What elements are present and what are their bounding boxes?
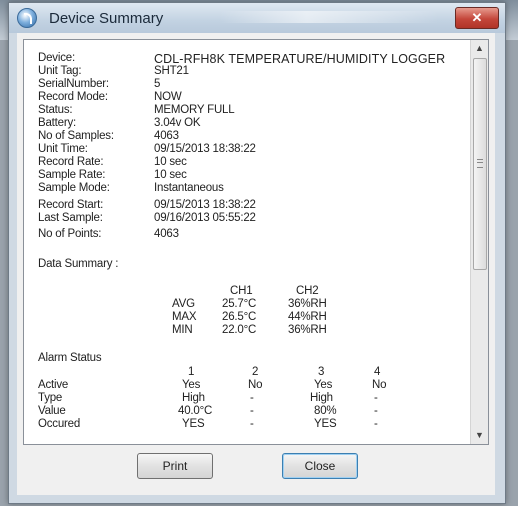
alarm-cell: No [372,379,387,391]
alarm-row-label: Active [38,379,69,391]
close-window-button[interactable]: ✕ [455,7,499,29]
title-bar-glass [219,11,439,23]
field-label: Unit Time: [38,143,88,155]
scroll-up-arrow-icon[interactable]: ▲ [471,40,488,57]
alarm-cell: YES [182,418,205,430]
summary-ch1-value: 22.0°C [222,324,257,336]
field-value: SHT21 [154,65,189,77]
field-value: 4063 [154,228,179,240]
field-value: 09/15/2013 18:38:22 [154,143,256,155]
summary-row-label: AVG [172,298,195,310]
field-label: No of Samples: [38,130,114,142]
alarm-cell: - [374,405,378,417]
alarm-cell: High [310,392,333,404]
print-button[interactable]: Print [137,453,213,479]
field-label: Record Mode: [38,91,108,103]
summary-report-pane[interactable]: Device: CDL-RFH8K TEMPERATURE/HUMIDITY L… [23,39,489,445]
summary-row-label: MIN [172,324,193,336]
field-value: 5 [154,78,161,90]
alarm-cell: - [250,392,254,404]
field-value: 4063 [154,130,179,142]
field-value: CDL-RFH8K TEMPERATURE/HUMIDITY LOGGER [154,52,446,66]
alarm-row-label: Occured [38,418,81,430]
field-label: Device: [38,52,75,64]
alarm-cell: - [250,405,254,417]
alarm-column-header: 4 [374,366,381,378]
app-icon [17,8,37,28]
channel-header-ch2: CH2 [296,285,319,297]
alarm-cell: High [182,392,205,404]
window-title: Device Summary [49,10,164,27]
field-label: Record Rate: [38,156,104,168]
channel-header-ch1: CH1 [230,285,253,297]
field-label: SerialNumber: [38,78,109,90]
alarm-cell: 40.0°C [178,405,213,417]
alarm-status-heading: Alarm Status [38,352,102,364]
field-value: 10 sec [154,156,187,168]
summary-ch2-value: 44%RH [288,311,327,323]
alarm-cell: - [374,392,378,404]
alarm-row-label: Value [38,405,66,417]
field-value: NOW [154,91,182,103]
field-label: Record Start: [38,199,104,211]
dialog-client-area: Device: CDL-RFH8K TEMPERATURE/HUMIDITY L… [17,33,495,495]
vertical-scrollbar[interactable]: ▲ ▼ [470,40,488,444]
scrollbar-grip-icon [477,159,483,168]
summary-report-text: Device: CDL-RFH8K TEMPERATURE/HUMIDITY L… [30,42,468,442]
field-value: 3.04v OK [154,117,201,129]
alarm-cell: Yes [182,379,201,391]
alarm-cell: Yes [314,379,333,391]
alarm-cell: - [374,418,378,430]
title-bar[interactable]: Device Summary ✕ [9,3,505,33]
device-summary-window: Device Summary ✕ Device: CDL-RFH8K TEMPE… [8,2,506,504]
alarm-cell: No [248,379,263,391]
alarm-cell: - [250,418,254,430]
summary-ch2-value: 36%RH [288,298,327,310]
field-label: No of Points: [38,228,102,240]
field-value: Instantaneous [154,182,224,194]
scroll-down-arrow-icon[interactable]: ▼ [471,427,488,444]
field-label: Battery: [38,117,77,129]
field-label: Status: [38,104,73,116]
alarm-column-header: 3 [318,366,325,378]
field-value: 10 sec [154,169,187,181]
summary-ch1-value: 25.7°C [222,298,257,310]
summary-ch2-value: 36%RH [288,324,327,336]
close-button[interactable]: Close [282,453,358,479]
alarm-column-header: 1 [188,366,195,378]
summary-ch1-value: 26.5°C [222,311,257,323]
field-label: Sample Rate: [38,169,106,181]
alarm-cell: 80% [314,405,337,417]
alarm-column-header: 2 [252,366,259,378]
field-label: Unit Tag: [38,65,82,77]
field-label: Last Sample: [38,212,103,224]
scrollbar-thumb[interactable] [473,58,487,270]
field-value: MEMORY FULL [154,104,235,116]
summary-row-label: MAX [172,311,197,323]
field-value: 09/16/2013 05:55:22 [154,212,256,224]
data-summary-heading: Data Summary : [38,258,119,270]
alarm-cell: YES [314,418,337,430]
field-label: Sample Mode: [38,182,110,194]
alarm-row-label: Type [38,392,63,404]
field-value: 09/15/2013 18:38:22 [154,199,256,211]
